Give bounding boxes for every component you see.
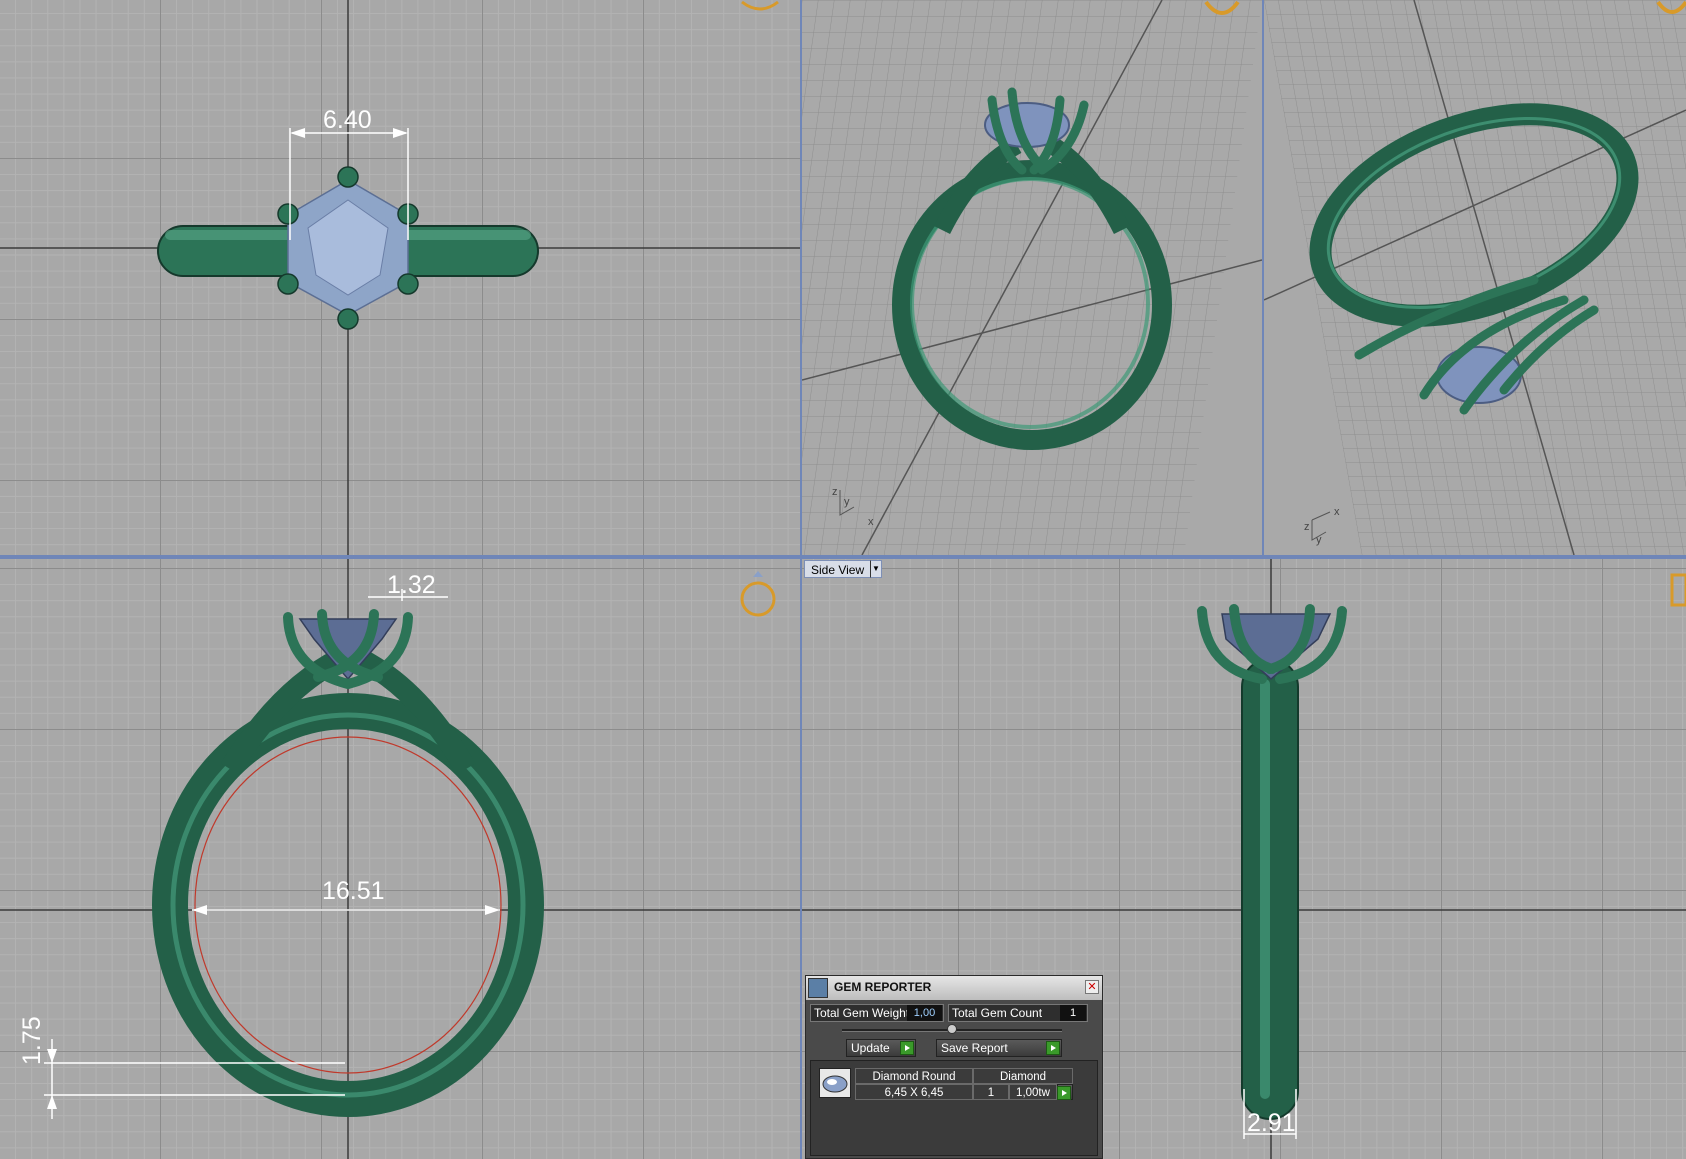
- top-view-ring-drawing: [0, 0, 800, 555]
- save-report-button[interactable]: Save Report: [936, 1039, 1062, 1057]
- svg-text:x: x: [868, 516, 874, 528]
- gem-reporter-panel: GEM REPORTER ✕ Total Gem Weight 1,00 Tot…: [805, 975, 1103, 1159]
- front-view-ring-drawing: [0, 559, 800, 1159]
- perspective-ring-drawing: y z x: [802, 0, 1262, 555]
- ring-size-icon: [740, 571, 776, 617]
- front-inner-diameter-dimension: 16.51: [322, 877, 385, 905]
- diamond-round-thumbnail-icon: [819, 1068, 851, 1098]
- ring-size-icon: [741, 0, 779, 11]
- view-dropdown-button[interactable]: ▼: [870, 560, 882, 578]
- gem-size-cell: 6,45 X 6,45: [855, 1084, 973, 1100]
- update-button[interactable]: Update: [846, 1039, 916, 1057]
- chevron-down-icon: ▼: [872, 564, 880, 573]
- viewport-separator-vertical[interactable]: [800, 0, 802, 1159]
- perspective2-ring-drawing: x z y: [1264, 0, 1686, 555]
- front-viewport[interactable]: 1.32 16.51 1.75: [0, 559, 800, 1159]
- svg-text:x: x: [1334, 506, 1340, 518]
- panel-slider-knob[interactable]: [947, 1024, 957, 1034]
- side-band-width-dimension: 2.91: [1247, 1109, 1296, 1137]
- close-icon[interactable]: ✕: [1085, 980, 1099, 994]
- svg-text:z: z: [832, 486, 838, 498]
- play-icon: [1046, 1041, 1060, 1055]
- top-dimension-label: 6.40: [323, 106, 372, 134]
- viewport-separator-vertical-2[interactable]: [1262, 0, 1264, 555]
- front-band-thickness-dimension: 1.75: [18, 1016, 46, 1065]
- perspective-viewport[interactable]: y z x: [802, 0, 1262, 555]
- gem-material-cell: Diamond: [973, 1068, 1073, 1084]
- perspective-viewport-2[interactable]: x z y: [1264, 0, 1686, 555]
- viewport-separator-horizontal[interactable]: [0, 555, 1686, 559]
- gem-row-go-button[interactable]: [1057, 1084, 1073, 1100]
- svg-text:y: y: [844, 496, 850, 508]
- panel-header[interactable]: GEM REPORTER ✕: [806, 976, 1102, 1000]
- play-icon: [1057, 1086, 1071, 1100]
- gem-reporter-app-icon: [808, 978, 828, 998]
- gem-list: Diamond Round Diamond 6,45 X 6,45 1 1,00…: [810, 1060, 1098, 1156]
- panel-title: GEM REPORTER: [834, 980, 932, 994]
- gem-shape-cell: Diamond Round: [855, 1068, 973, 1084]
- gem-count-cell: 1: [973, 1084, 1009, 1100]
- play-icon: [900, 1041, 914, 1055]
- top-viewport[interactable]: 6.40: [0, 0, 800, 555]
- front-prong-dimension: 1.32: [387, 571, 436, 599]
- total-gem-count-value: 1: [1060, 1005, 1086, 1021]
- gem-weight-cell: 1,00tw: [1009, 1084, 1057, 1100]
- update-button-label: Update: [851, 1041, 890, 1055]
- save-report-button-label: Save Report: [941, 1041, 1008, 1055]
- svg-text:z: z: [1304, 521, 1310, 533]
- total-gem-weight-value: 1,00: [907, 1005, 942, 1021]
- ring-size-icon: [1670, 573, 1686, 607]
